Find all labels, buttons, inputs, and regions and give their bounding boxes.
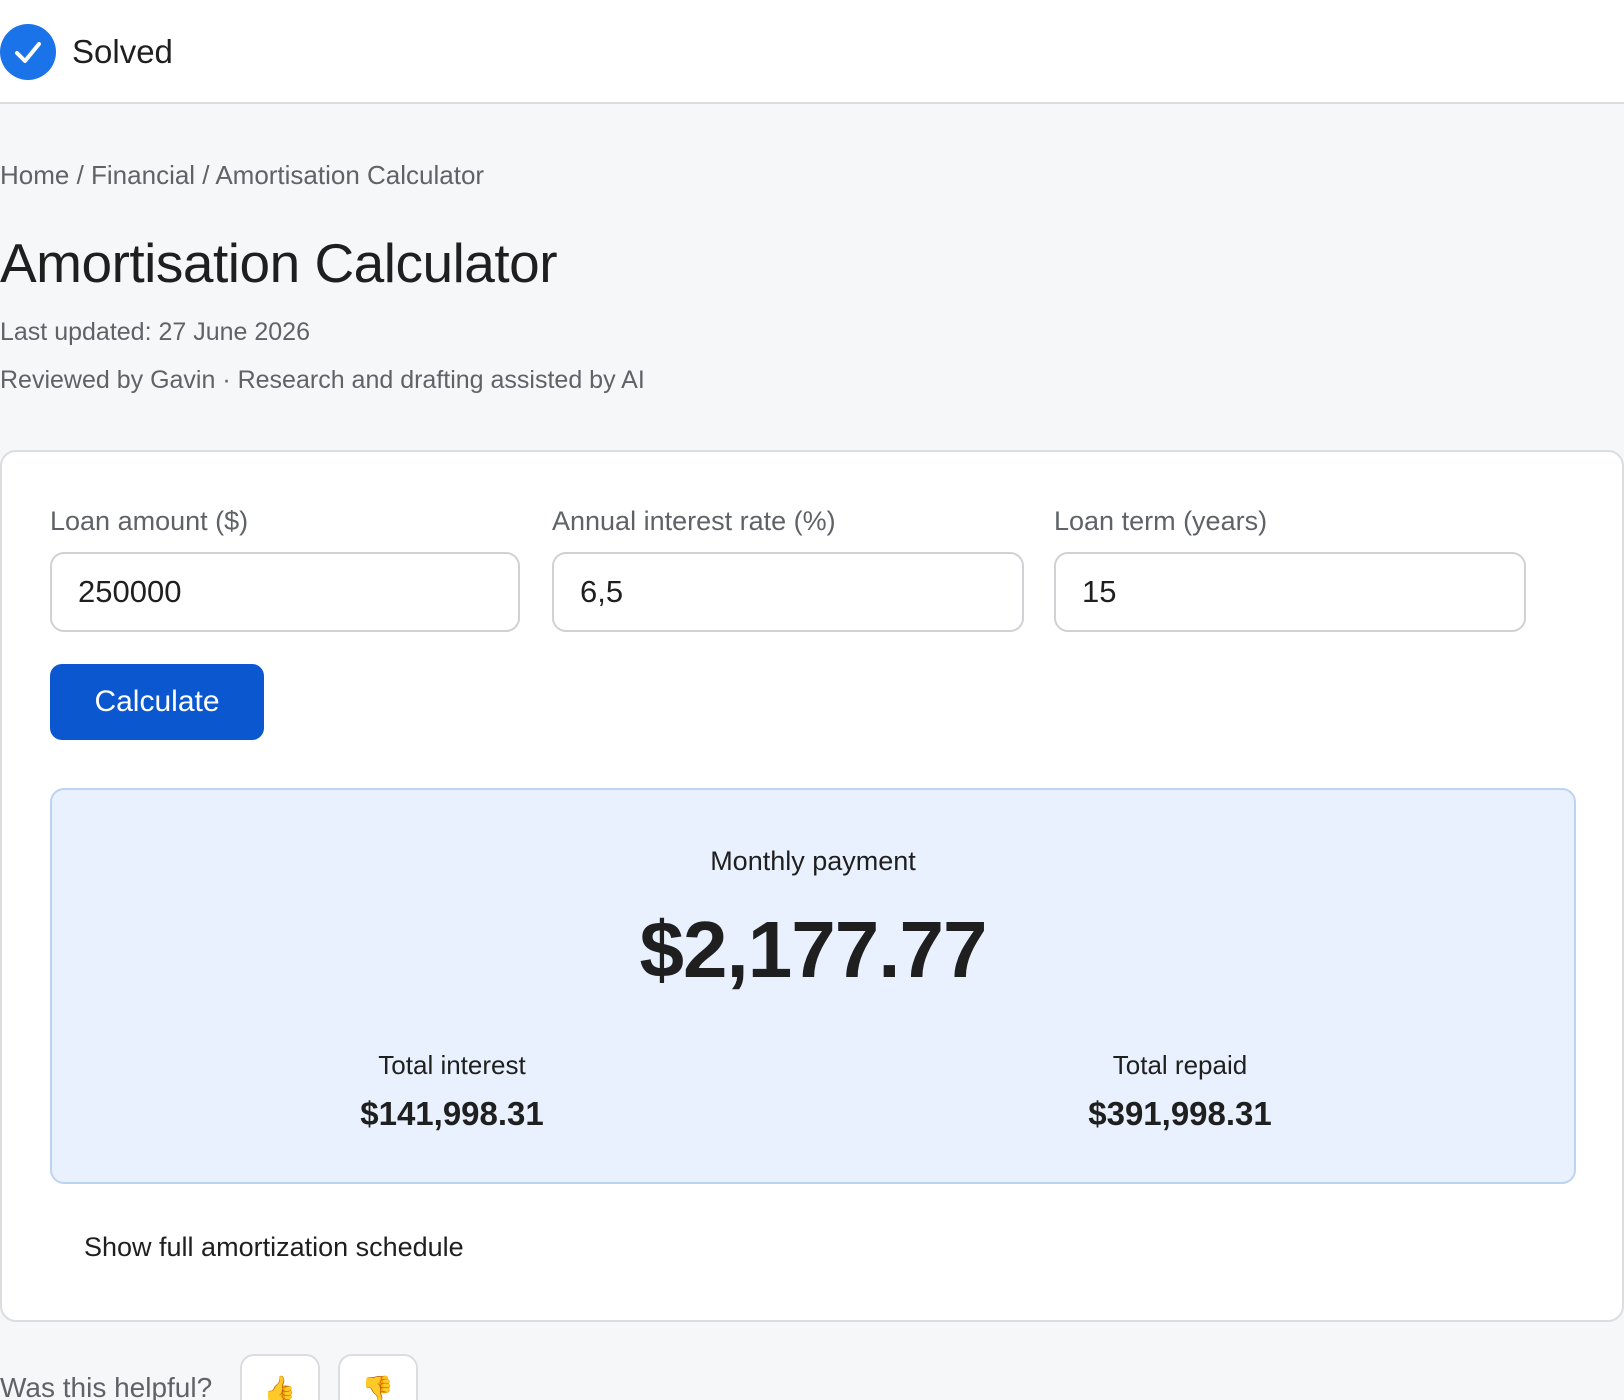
monthly-payment-value: $2,177.77 — [639, 905, 988, 994]
total-interest-label: Total interest — [378, 1050, 526, 1080]
loan-amount-input[interactable] — [50, 552, 520, 632]
status-bar: Solved — [0, 0, 1624, 104]
calculator-card: Loan amount ($) Annual interest rate (%)… — [0, 450, 1624, 1322]
results-panel: Monthly payment $2,177.77 Total interest… — [50, 788, 1576, 1184]
loan-term-input[interactable] — [1054, 552, 1526, 632]
reviewed-by-text: Reviewed by Gavin · Research and draftin… — [0, 366, 645, 394]
calculate-button[interactable]: Calculate — [50, 664, 264, 740]
total-interest-block: Total interest $141,998.31 — [202, 1048, 702, 1134]
interest-rate-label: Annual interest rate (%) — [552, 506, 836, 536]
last-updated-text: Last updated: 27 June 2026 — [0, 318, 310, 346]
page-title: Amortisation Calculator — [0, 232, 558, 294]
status-label: Solved — [72, 33, 173, 70]
total-repaid-block: Total repaid $391,998.31 — [930, 1048, 1430, 1134]
thumbs-down-icon: 👎 — [361, 1373, 395, 1400]
check-circle-icon — [0, 24, 56, 80]
monthly-payment-label: Monthly payment — [710, 846, 916, 876]
thumbs-down-button[interactable]: 👎 — [338, 1354, 418, 1400]
total-repaid-label: Total repaid — [1112, 1050, 1248, 1080]
total-repaid-value: $391,998.31 — [1088, 1095, 1272, 1132]
feedback-question: Was this helpful? — [0, 1372, 213, 1400]
loan-amount-label: Loan amount ($) — [50, 506, 249, 536]
loan-term-label: Loan term (years) — [1054, 506, 1268, 536]
total-interest-value: $141,998.31 — [360, 1095, 544, 1132]
thumbs-up-button[interactable]: 👍 — [240, 1354, 320, 1400]
breadcrumb[interactable]: Home / Financial / Amortisation Calculat… — [0, 158, 484, 192]
thumbs-up-icon: 👍 — [263, 1373, 297, 1400]
interest-rate-input[interactable] — [552, 552, 1024, 632]
show-schedule-toggle[interactable]: Show full amortization schedule — [84, 1230, 464, 1264]
